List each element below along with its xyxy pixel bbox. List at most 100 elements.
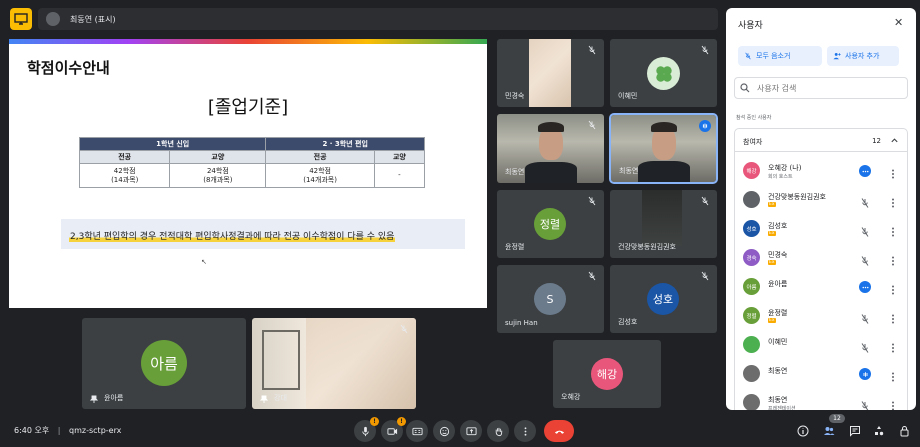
- video-hair: [538, 122, 564, 132]
- participant-row[interactable]: 성호 김성호 Ex: [735, 214, 909, 244]
- more-vert-icon[interactable]: [887, 223, 899, 237]
- participant-name: 이혜민: [618, 92, 638, 100]
- presenter-chip[interactable]: 최동연 (표시): [38, 8, 718, 30]
- pin-icon[interactable]: [260, 395, 268, 403]
- more-vert-icon[interactable]: [887, 339, 899, 353]
- mute-all-button[interactable]: 모두 음소거: [738, 46, 822, 66]
- more-vert-icon[interactable]: [887, 397, 899, 410]
- table-cell: 42학점 (14개과목): [265, 163, 375, 188]
- mic-off-icon[interactable]: [859, 310, 871, 324]
- participant-row[interactable]: 이혜민: [735, 330, 909, 360]
- clover-avatar: [647, 57, 680, 90]
- participant-tile[interactable]: 민경숙: [497, 39, 604, 107]
- mic-button[interactable]: !: [354, 417, 379, 442]
- add-people-button[interactable]: 사용자 추가: [827, 46, 899, 66]
- host-controls-button[interactable]: [898, 424, 912, 438]
- leave-call-button[interactable]: [544, 420, 574, 442]
- participant-tile[interactable]: S sujin Han: [497, 265, 604, 333]
- presentation-icon[interactable]: [10, 8, 32, 30]
- more-vert-icon[interactable]: [887, 281, 899, 295]
- video-person: [525, 162, 577, 183]
- in-call-label: 참석 중인 사용자: [736, 115, 772, 121]
- audio-level-icon[interactable]: [859, 281, 871, 293]
- participant-row[interactable]: 건강맞봉동원김권호 Ex: [735, 185, 909, 215]
- mic-off-icon[interactable]: [859, 252, 871, 266]
- group-count: 12: [872, 137, 881, 145]
- participant-name: 강대: [274, 394, 287, 402]
- table-cell: -: [373, 163, 426, 188]
- mic-off-icon[interactable]: [859, 397, 871, 410]
- person-add-icon: [833, 52, 841, 60]
- participant-name: 건강맞봉동원김권호: [618, 243, 676, 251]
- pin-icon[interactable]: [90, 395, 98, 403]
- people-button[interactable]: [822, 424, 836, 438]
- meeting-code: qmz-sctp-erx: [69, 426, 122, 435]
- participant-name: 김성호: [768, 222, 788, 230]
- more-options-button[interactable]: [514, 420, 536, 442]
- participants-group-header[interactable]: 참여자 12: [734, 128, 908, 152]
- participant-avatar: 아름: [743, 278, 760, 295]
- participant-name: 김성호: [618, 318, 638, 326]
- more-vert-icon[interactable]: [887, 194, 899, 208]
- participant-tile[interactable]: 건강맞봉동원김권호: [610, 190, 717, 258]
- table-cell: 42학점 (14과목): [78, 163, 171, 188]
- more-vert-icon[interactable]: [887, 368, 899, 382]
- search-input[interactable]: [734, 77, 908, 99]
- info-icon: [797, 425, 809, 437]
- meet-window: 최동연 (표시) 학점이수안내 [졸업기준] 1학년 신입 2 · 3학년 편입…: [0, 0, 920, 447]
- participant-tile[interactable]: 해강 오혜강: [553, 340, 661, 408]
- presenter-avatar: [46, 12, 60, 26]
- meeting-details-button[interactable]: [796, 424, 810, 438]
- more-vert-icon[interactable]: [887, 310, 899, 324]
- table-cell: 24학점 (8개과목): [169, 163, 267, 188]
- mic-off-icon: [745, 52, 751, 60]
- participant-row[interactable]: 최동연: [735, 359, 909, 389]
- close-icon[interactable]: ✕: [894, 16, 903, 29]
- mic-off-icon[interactable]: [859, 339, 871, 353]
- slide-note-text: 2,3학년 편입학의 경우 전적대학 편입학사정결과에 따라 전공 이수학점이 …: [69, 229, 396, 242]
- participant-row[interactable]: 경숙 민경숙 Ex: [735, 243, 909, 273]
- speaking-icon[interactable]: [859, 368, 871, 380]
- activities-button[interactable]: [872, 424, 886, 438]
- mic-off-icon: [588, 196, 596, 206]
- chevron-up-icon: [891, 138, 898, 143]
- avatar: 성호: [647, 283, 679, 315]
- avatar: 해강: [591, 358, 623, 390]
- participant-tile[interactable]: 아름 윤아름: [82, 318, 246, 409]
- avatar: S: [534, 283, 566, 315]
- participant-name: 민경숙: [505, 92, 525, 100]
- participant-tile-active[interactable]: 최동연: [609, 113, 718, 184]
- captions-button[interactable]: [406, 420, 428, 442]
- mic-off-icon[interactable]: [859, 223, 871, 237]
- participant-avatar: [743, 394, 760, 410]
- more-vert-icon[interactable]: [887, 252, 899, 266]
- emoji-button[interactable]: [433, 420, 455, 442]
- audio-level-icon[interactable]: [859, 165, 871, 177]
- participant-tile[interactable]: 이혜민: [610, 39, 717, 107]
- present-button[interactable]: [460, 420, 482, 442]
- separator: |: [57, 426, 61, 435]
- participant-avatar: [743, 365, 760, 382]
- participant-row[interactable]: 아름 윤아름: [735, 272, 909, 302]
- participant-row[interactable]: 정렬 윤정렬 Ex: [735, 301, 909, 331]
- video-shelf: [262, 330, 300, 390]
- participant-row[interactable]: 해강 오혜강 (나) 회의 호스트: [735, 156, 909, 186]
- participant-avatar: [743, 336, 760, 353]
- warning-icon: !: [397, 417, 406, 426]
- more-vert-icon[interactable]: [887, 165, 899, 179]
- participant-row[interactable]: 최동연 프레젠테이션: [735, 388, 909, 410]
- participant-tile[interactable]: 최동연: [497, 114, 604, 183]
- participant-tile[interactable]: 강대: [252, 318, 416, 409]
- chat-button[interactable]: [848, 424, 862, 438]
- participant-tile[interactable]: 성호 김성호: [610, 265, 717, 333]
- participant-list: 해강 오혜강 (나) 회의 호스트 건강맞봉동원김권호 Ex 성호 김성호 Ex 경숙 민경숙 Ex…: [734, 152, 908, 410]
- mic-off-icon[interactable]: [859, 194, 871, 208]
- mic-off-icon: [701, 271, 709, 281]
- lock-person-icon: [900, 426, 909, 437]
- camera-icon: [386, 427, 397, 435]
- mic-off-icon: [588, 120, 596, 130]
- raise-hand-button[interactable]: [487, 420, 509, 442]
- participant-tile[interactable]: 정렬 윤정렬: [497, 190, 604, 258]
- participant-name: 윤아름: [768, 280, 788, 288]
- camera-button[interactable]: !: [381, 417, 406, 442]
